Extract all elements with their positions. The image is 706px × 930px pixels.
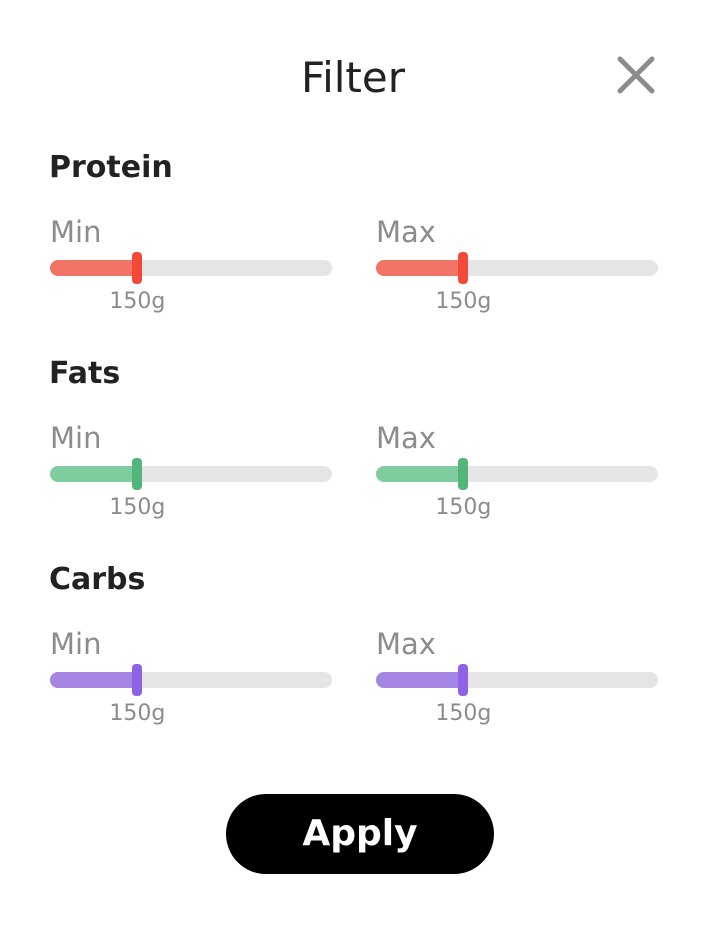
fats-min-fill — [50, 466, 138, 482]
carbs-max-label: Max — [376, 627, 436, 661]
fats-min-label: Min — [50, 421, 102, 455]
close-icon — [617, 56, 655, 94]
section-title-protein: Protein — [49, 150, 173, 185]
carbs-min-thumb[interactable] — [132, 664, 143, 696]
section-title-carbs: Carbs — [49, 562, 146, 597]
protein-max-thumb[interactable] — [458, 252, 469, 284]
carbs-min-label: Min — [50, 627, 102, 661]
fats-min-track[interactable] — [50, 458, 332, 490]
carbs-max-thumb[interactable] — [458, 664, 469, 696]
page-title: Filter — [300, 53, 405, 102]
fats-max-label: Max — [376, 421, 436, 455]
carbs-min-value: 150g — [109, 701, 166, 726]
carbs-min-track[interactable] — [50, 664, 332, 696]
carbs-min-fill — [50, 672, 138, 688]
protein-min-thumb[interactable] — [132, 252, 143, 284]
protein-max-label: Max — [376, 215, 436, 249]
protein-min-track[interactable] — [50, 252, 332, 284]
carbs-max-value: 150g — [435, 701, 492, 726]
fats-max-thumb[interactable] — [458, 458, 469, 490]
close-button[interactable] — [610, 52, 662, 104]
protein-max-value: 150g — [435, 289, 492, 314]
fats-max-track[interactable] — [376, 458, 658, 490]
section-title-fats: Fats — [49, 356, 121, 391]
fats-min-value: 150g — [109, 495, 166, 520]
protein-min-fill — [50, 260, 138, 276]
protein-max-track[interactable] — [376, 252, 658, 284]
carbs-max-fill — [376, 672, 464, 688]
carbs-max-track[interactable] — [376, 664, 658, 696]
protein-min-label: Min — [50, 215, 102, 249]
fats-max-value: 150g — [435, 495, 492, 520]
apply-button[interactable]: Apply — [226, 794, 494, 874]
protein-max-fill — [376, 260, 464, 276]
fats-min-thumb[interactable] — [132, 458, 143, 490]
protein-min-value: 150g — [109, 289, 166, 314]
fats-max-fill — [376, 466, 464, 482]
